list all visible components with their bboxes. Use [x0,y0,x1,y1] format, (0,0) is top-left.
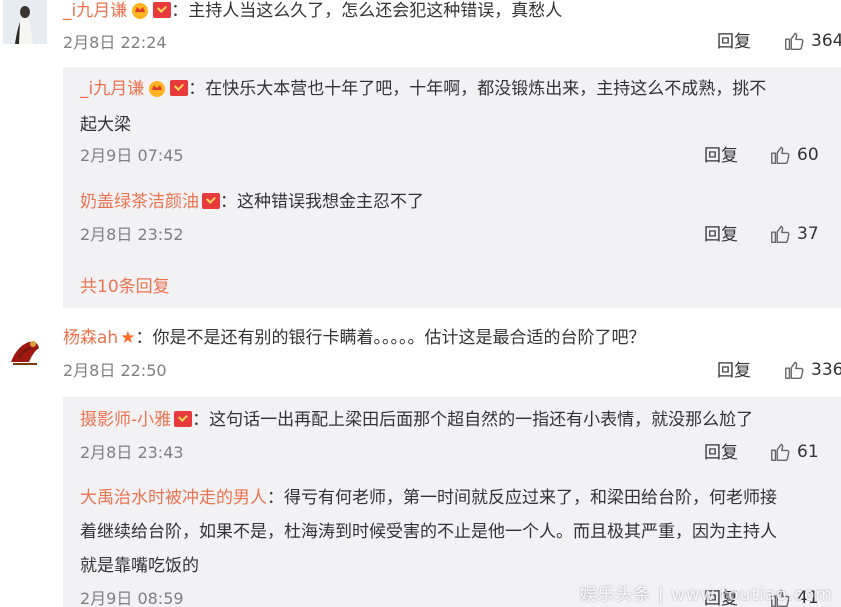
reply-text-line: 大禹治水时被冲走的男人：得亏有何老师，第一时间就反应过来了，和梁田给台阶，何老师… [80,487,777,509]
reply-text-line: _i九月谦 ：在快乐大本营也十年了吧，十年啊，都没锻炼出来，主持这么不成熟，挑不 [80,78,766,100]
reply-time: 2月8日 23:43 [80,443,184,462]
reply-text-line: 摄影师-小雅 ：这句话一出再配上梁田后面那个超自然的一指还有小表情，就没那么尬了 [80,409,753,431]
member-badge-icon [153,2,172,18]
username-link[interactable]: _i九月谦 [63,1,127,21]
thumbs-up-icon [771,146,790,164]
reply-text: ：这种错误我想金主忍不了 [220,192,424,212]
comment-time: 2月8日 22:24 [63,33,167,52]
reply-text-cont: 起大梁 [80,115,131,135]
like-button[interactable]: 61 [769,441,819,463]
reply-button[interactable]: 回复 [704,443,738,463]
thumbs-up-icon [785,361,804,379]
comment-text-line: 杨森ah ★：你是不是还有别的银行卡瞒着。。。。。估计这是最合适的台阶了吧？ [63,327,645,349]
thumbs-up-icon [771,443,790,461]
vip-crown-icon [132,3,149,19]
username-link[interactable]: 杨森ah [63,328,118,348]
reply-text: ：在快乐大本营也十年了吧，十年啊，都没锻炼出来，主持这么不成熟，挑不 [188,79,767,99]
avatar-image-icon [3,0,47,44]
reply-text-line: 奶盖绿茶洁颜油 ：这种错误我想金主忍不了 [80,191,424,213]
member-badge-icon [174,411,193,427]
comment-text: ：主持人当这么久了，怎么还会犯这种错误，真愁人 [171,1,563,21]
avatar[interactable] [3,328,47,372]
star-badge-icon: ★ [120,328,136,348]
like-button[interactable]: 364 [783,30,841,52]
reply-box-1: _i九月谦 ：在快乐大本营也十年了吧，十年啊，都没锻炼出来，主持这么不成熟，挑不 … [63,67,841,308]
avatar-image-icon [3,328,47,372]
like-button[interactable]: 37 [769,223,819,245]
reply-button[interactable]: 回复 [717,32,751,52]
reply-text: ：得亏有何老师，第一时间就反应过来了，和梁田给台阶，何老师接 [267,488,777,508]
comment-text: ：你是不是还有别的银行卡瞒着。。。。。估计这是最合适的台阶了吧？ [135,328,646,348]
avatar[interactable] [3,0,47,44]
member-badge-icon [202,193,220,209]
vip-crown-icon [149,81,166,97]
reply-text: ：这句话一出再配上梁田后面那个超自然的一指还有小表情，就没那么尬了 [192,410,754,430]
reply-button[interactable]: 回复 [704,146,738,166]
like-button[interactable]: 60 [769,144,819,166]
username-link[interactable]: 大禹治水时被冲走的男人 [80,488,267,508]
like-count: 61 [797,442,819,462]
watermark: 娱乐头条 | www.toutiao.com [579,585,833,605]
thumbs-up-icon [785,32,804,50]
member-badge-icon [170,80,189,96]
reply-time: 2月9日 07:45 [80,146,184,165]
username-link[interactable]: 奶盖绿茶洁颜油 [80,192,199,212]
thumbs-up-icon [771,225,790,243]
reply-text-cont: 着继续给台阶，如果不是，杜海涛到时候受害的不止是他一个人。而且极其严重，因为主持… [80,522,777,542]
comment-time: 2月8日 22:50 [63,361,167,380]
reply-time: 2月8日 23:52 [80,225,184,244]
reply-time: 2月9日 08:59 [80,589,184,607]
more-replies-link[interactable]: 共10条回复 [80,272,170,297]
like-count: 37 [797,224,819,244]
reply-button[interactable]: 回复 [717,361,751,381]
comment-text-line: _i九月谦 ：主持人当这么久了，怎么还会犯这种错误，真愁人 [63,0,562,22]
like-count: 364 [811,31,841,51]
username-link[interactable]: 摄影师-小雅 [80,410,171,430]
like-button[interactable]: 336 [783,359,841,381]
reply-text-cont: 就是靠嘴吃饭的 [80,556,199,576]
reply-button[interactable]: 回复 [704,225,738,245]
username-link[interactable]: _i九月谦 [80,79,144,99]
reply-box-2: 摄影师-小雅 ：这句话一出再配上梁田后面那个超自然的一指还有小表情，就没那么尬了 … [63,397,841,607]
like-count: 336 [811,360,841,380]
like-count: 60 [797,145,819,165]
